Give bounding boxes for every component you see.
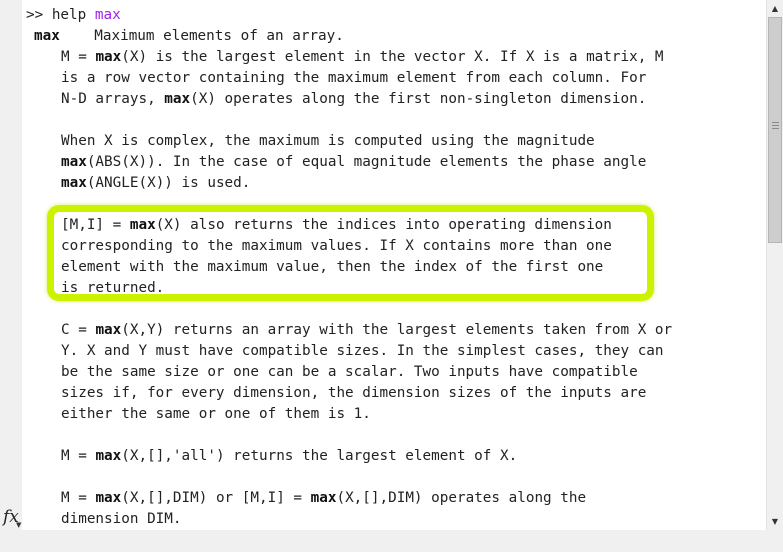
help-keyword: max <box>61 154 87 170</box>
help-line: max(ANGLE(X)) is used. <box>61 173 250 194</box>
command-line: >> help max <box>26 5 121 26</box>
help-line: max(ABS(X)). In the case of equal magnit… <box>61 152 646 173</box>
help-text: (X) is the largest element in the vector… <box>121 49 664 65</box>
help-text: (ABS(X)). In the case of equal magnitude… <box>86 154 647 170</box>
help-text: (X,[],'all') returns the largest element… <box>121 448 518 464</box>
help-line: C = max(X,Y) returns an array with the l… <box>61 320 672 341</box>
help-line: corresponding to the maximum values. If … <box>61 238 612 254</box>
scroll-down-icon[interactable]: ▼ <box>767 513 783 530</box>
help-keyword: max <box>164 91 191 107</box>
vertical-scrollbar[interactable]: ▲ ▼ <box>766 0 783 530</box>
help-text: M = <box>61 49 96 65</box>
function-browser-button[interactable]: fx ▼ <box>2 506 22 530</box>
help-text: (X) operates along the first non-singlet… <box>190 91 647 107</box>
help-text: M = <box>61 448 96 464</box>
help-keyword: max <box>310 490 337 506</box>
help-text: M = <box>61 490 96 506</box>
help-line: either the same or one of them is 1. <box>61 406 371 422</box>
scrollbar-thumb[interactable] <box>768 17 782 243</box>
help-keyword: max <box>129 217 156 233</box>
help-text: (X,Y) returns an array with the largest … <box>121 322 673 338</box>
help-line: M = max(X) is the largest element in the… <box>61 47 664 68</box>
help-title: max Maximum elements of an array. <box>34 26 344 47</box>
help-line: M = max(X,[],DIM) or [M,I] = max(X,[],DI… <box>61 488 586 509</box>
help-line: element with the maximum value, then the… <box>61 259 604 275</box>
help-text: (X) also returns the indices into operat… <box>155 217 612 233</box>
command-argument: max <box>94 7 121 23</box>
help-keyword: max <box>95 322 122 338</box>
function-summary: Maximum elements of an array. <box>59 28 344 44</box>
help-line: be the same size or one can be a scalar.… <box>61 364 638 380</box>
help-line: is a row vector containing the maximum e… <box>61 70 647 86</box>
help-line: is returned. <box>61 280 165 296</box>
scroll-up-icon[interactable]: ▲ <box>767 0 783 17</box>
help-keyword: max <box>61 175 87 191</box>
bottom-bar <box>0 530 783 552</box>
help-line: [M,I] = max(X) also returns the indices … <box>61 215 612 236</box>
help-line: M = max(X,[],'all') returns the largest … <box>61 446 517 467</box>
help-keyword: max <box>95 490 122 506</box>
prompt: >> <box>26 7 52 23</box>
help-line: sizes if, for every dimension, the dimen… <box>61 385 647 401</box>
help-keyword: max <box>95 49 122 65</box>
help-text: [M,I] = <box>61 217 130 233</box>
help-line: When X is complex, the maximum is comput… <box>61 133 595 149</box>
command-window[interactable]: >> help max max Maximum elements of an a… <box>22 0 766 530</box>
left-gutter: fx ▼ <box>0 0 22 552</box>
help-keyword: max <box>95 448 122 464</box>
function-name: max <box>34 28 60 44</box>
help-text: (ANGLE(X)) is used. <box>86 175 251 191</box>
help-text: (X,[],DIM) or [M,I] = <box>121 490 311 506</box>
help-line: N-D arrays, max(X) operates along the fi… <box>61 89 646 110</box>
help-line: Y. X and Y must have compatible sizes. I… <box>61 343 664 359</box>
grip-icon <box>772 122 779 130</box>
command-text: help <box>51 7 95 23</box>
help-text: N-D arrays, <box>61 91 165 107</box>
help-line: dimension DIM. <box>61 511 182 527</box>
help-text: (X,[],DIM) operates along the <box>336 490 587 506</box>
help-text: C = <box>61 322 96 338</box>
caret-down-icon: ▼ <box>16 521 22 529</box>
